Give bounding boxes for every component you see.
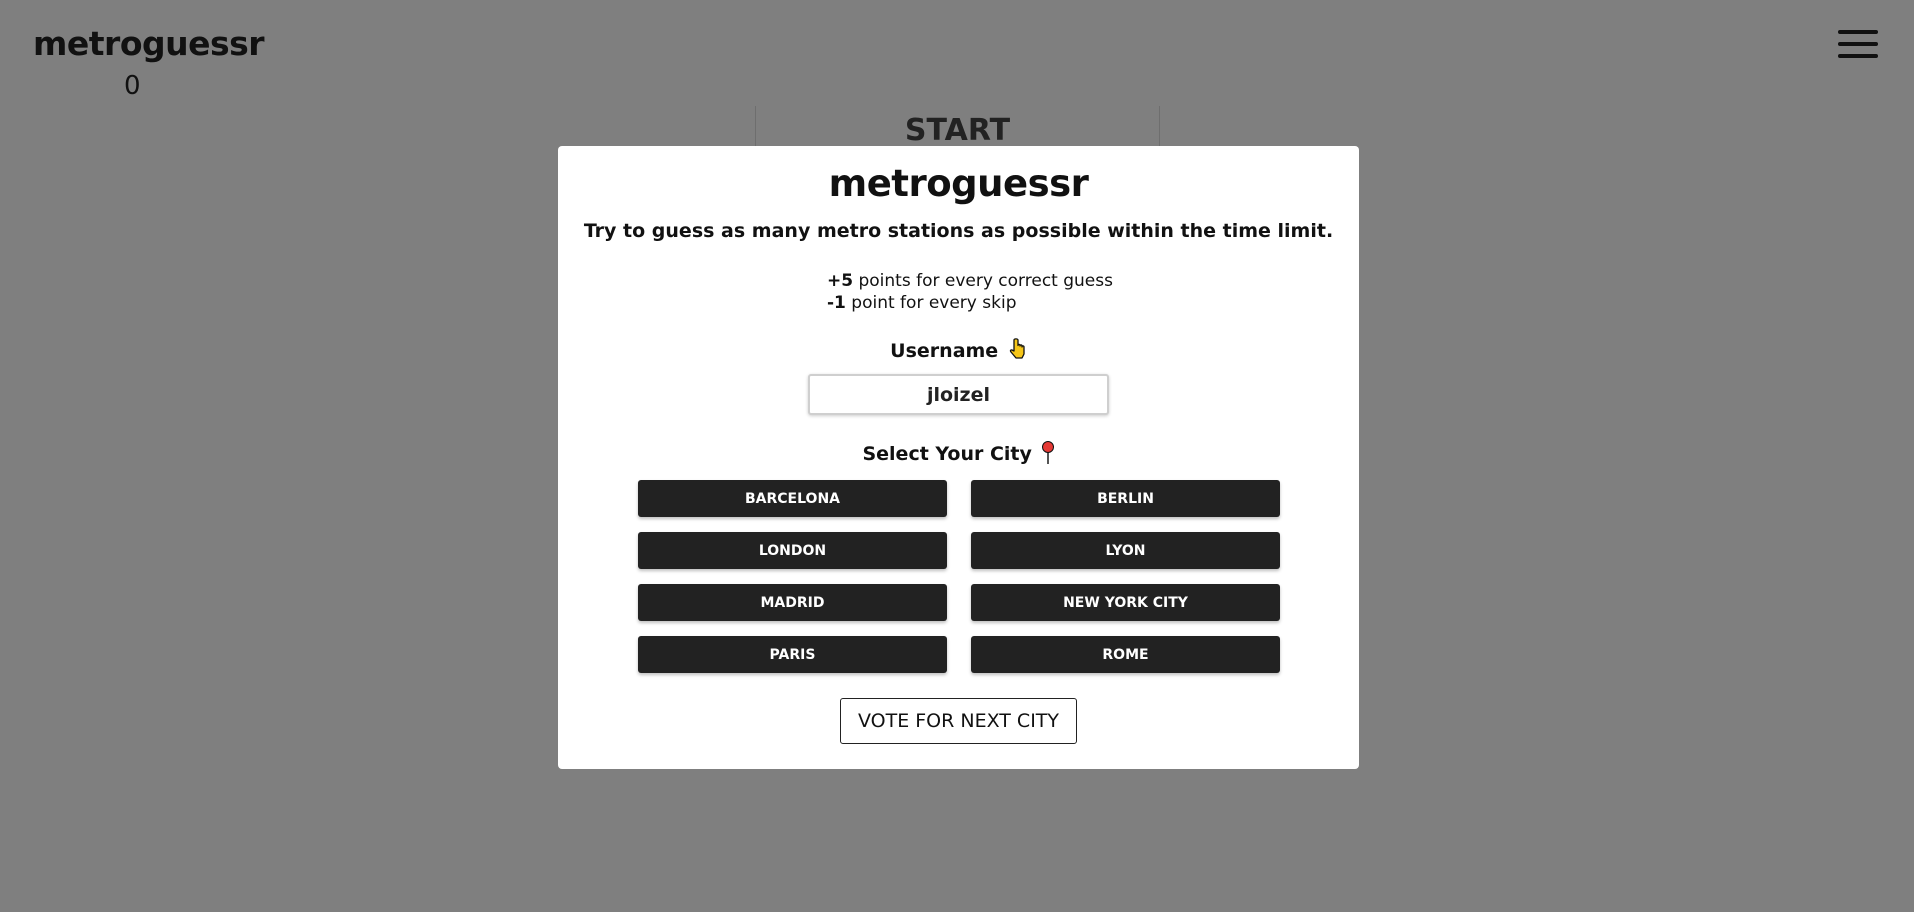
rule-correct: +5 points for every correct guess [827, 271, 1113, 291]
modal-title: metroguessr [828, 162, 1089, 205]
vote-next-city-button[interactable]: VOTE FOR NEXT CITY [840, 698, 1077, 744]
city-button-lyon[interactable]: Lyon [971, 532, 1280, 569]
select-city-label: Select Your City [558, 441, 1359, 465]
intro-modal: metroguessr Try to guess as many metro s… [558, 146, 1359, 769]
city-button-rome[interactable]: Rome [971, 636, 1280, 673]
username-input[interactable] [808, 374, 1109, 415]
city-button-berlin[interactable]: Berlin [971, 480, 1280, 517]
round-pushpin-icon [1041, 441, 1054, 464]
rule-skip: -1 point for every skip [827, 293, 1017, 313]
modal-subtitle: Try to guess as many metro stations as p… [583, 220, 1334, 242]
city-button-barcelona[interactable]: Barcelona [638, 480, 947, 517]
username-label: Username [558, 338, 1359, 362]
city-button-madrid[interactable]: Madrid [638, 584, 947, 621]
city-button-grid: Barcelona Berlin London Lyon Madrid New … [638, 480, 1280, 673]
scoring-rules: +5 points for every correct guess -1 poi… [827, 270, 1113, 314]
city-button-paris[interactable]: Paris [638, 636, 947, 673]
city-button-new-york-city[interactable]: New York City [971, 584, 1280, 621]
pointing-down-hand-icon [1009, 338, 1025, 359]
city-button-london[interactable]: London [638, 532, 947, 569]
